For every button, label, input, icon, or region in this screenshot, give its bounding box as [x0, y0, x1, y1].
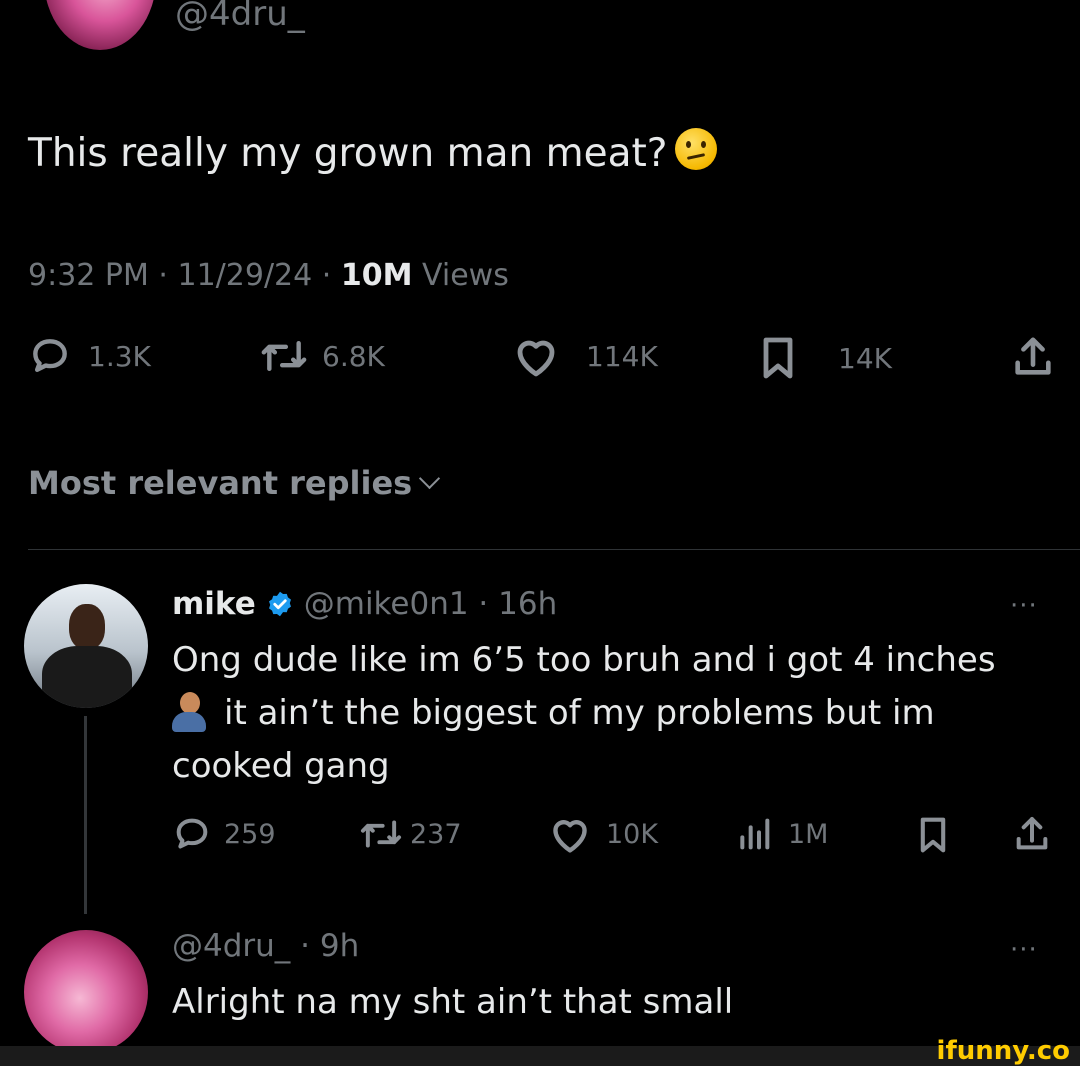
divider	[28, 549, 1080, 550]
avatar-mike[interactable]	[24, 584, 148, 708]
main-tweet-body: This really my grown man meat?	[28, 131, 668, 176]
reply-1-handle-time[interactable]: @mike0n1 · 16h	[304, 584, 557, 624]
like-button[interactable]: 114K	[512, 334, 658, 378]
views-count: 10M	[340, 258, 413, 293]
reply-2-handle-time[interactable]: @4dru_ · 9h	[172, 926, 359, 966]
replies-sort-label: Most relevant replies	[28, 464, 413, 502]
main-handle[interactable]: @4dru_	[175, 0, 305, 34]
reply-1-reply-button[interactable]: 259	[172, 814, 276, 854]
share-icon	[1015, 337, 1051, 375]
reply-1-text: Ong dude like im 6’5 too bruh and i got …	[172, 634, 1062, 793]
reply-1-line-2-wrap: it ain’t the biggest of my problems but …	[172, 687, 1062, 740]
person-shrugging-icon	[172, 692, 206, 732]
reply-icon	[33, 339, 67, 372]
reply-1-name[interactable]: mike	[172, 584, 256, 624]
main-tweet-time[interactable]: 9:32 PM · 11/29/24 ·	[28, 258, 331, 293]
avatar-4dru-reply[interactable]	[24, 930, 148, 1054]
reply-1-repost-count: 237	[410, 818, 462, 850]
bookmark-button[interactable]: 14K	[758, 334, 892, 382]
reply-1-views-count: 1M	[788, 818, 829, 850]
main-tweet-meta: 9:32 PM · 11/29/24 · 10M Views	[28, 256, 509, 296]
reply-2-text: Alright na my sht ain’t that small	[172, 982, 734, 1022]
bookmark-icon	[920, 817, 946, 853]
repost-count: 6.8K	[322, 339, 385, 373]
repost-icon	[360, 820, 402, 848]
avatar-4dru-main[interactable]	[44, 0, 156, 50]
thread-line	[84, 716, 87, 914]
reply-count: 1.3K	[88, 339, 151, 373]
chevron-down-icon	[419, 467, 441, 490]
bookmark-count: 14K	[838, 341, 892, 375]
heart-icon	[517, 340, 555, 377]
share-icon	[1016, 817, 1048, 850]
like-count: 114K	[586, 339, 658, 373]
reply-2-more-button[interactable]: ···	[1010, 937, 1038, 963]
confused-face-icon	[675, 128, 718, 170]
reply-1-more-button[interactable]: ···	[1010, 593, 1038, 619]
replies-sort-dropdown[interactable]: Most relevant replies	[28, 462, 441, 504]
avatar-mike-body	[42, 646, 132, 708]
bookmark-icon	[763, 337, 793, 379]
share-button[interactable]	[1010, 334, 1056, 380]
repost-icon	[261, 340, 307, 372]
views-label: Views	[422, 258, 509, 293]
reply-1-like-count: 10K	[606, 818, 659, 850]
reply-button[interactable]: 1.3K	[28, 334, 151, 378]
reply-1-line-3: cooked gang	[172, 746, 390, 786]
analytics-icon	[740, 818, 770, 850]
reply-1-like-button[interactable]: 10K	[548, 814, 658, 854]
verified-badge-icon	[268, 591, 291, 617]
reply-1-line-1: Ong dude like im 6’5 too bruh and i got …	[172, 640, 996, 680]
reply-icon	[176, 818, 208, 849]
reply-1-header: mike @mike0n1 · 16h	[172, 584, 557, 624]
reply-1-line-2: it ain’t the biggest of my problems but …	[224, 693, 935, 733]
reply-1-share-button[interactable]	[1012, 814, 1052, 854]
avatar-mike-head	[69, 604, 105, 650]
reply-1-views-button[interactable]: 1M	[736, 814, 828, 854]
main-tweet-text: This really my grown man meat?	[28, 128, 718, 178]
heart-icon	[553, 820, 587, 853]
reply-1-bookmark-button[interactable]	[916, 814, 950, 856]
ifunny-watermark: ifunny.co	[936, 1036, 1070, 1066]
reply-1-reply-count: 259	[224, 818, 276, 850]
repost-button[interactable]: 6.8K	[258, 334, 385, 378]
reply-1-repost-button[interactable]: 237	[358, 814, 462, 854]
watermark-bar	[0, 1046, 1080, 1066]
